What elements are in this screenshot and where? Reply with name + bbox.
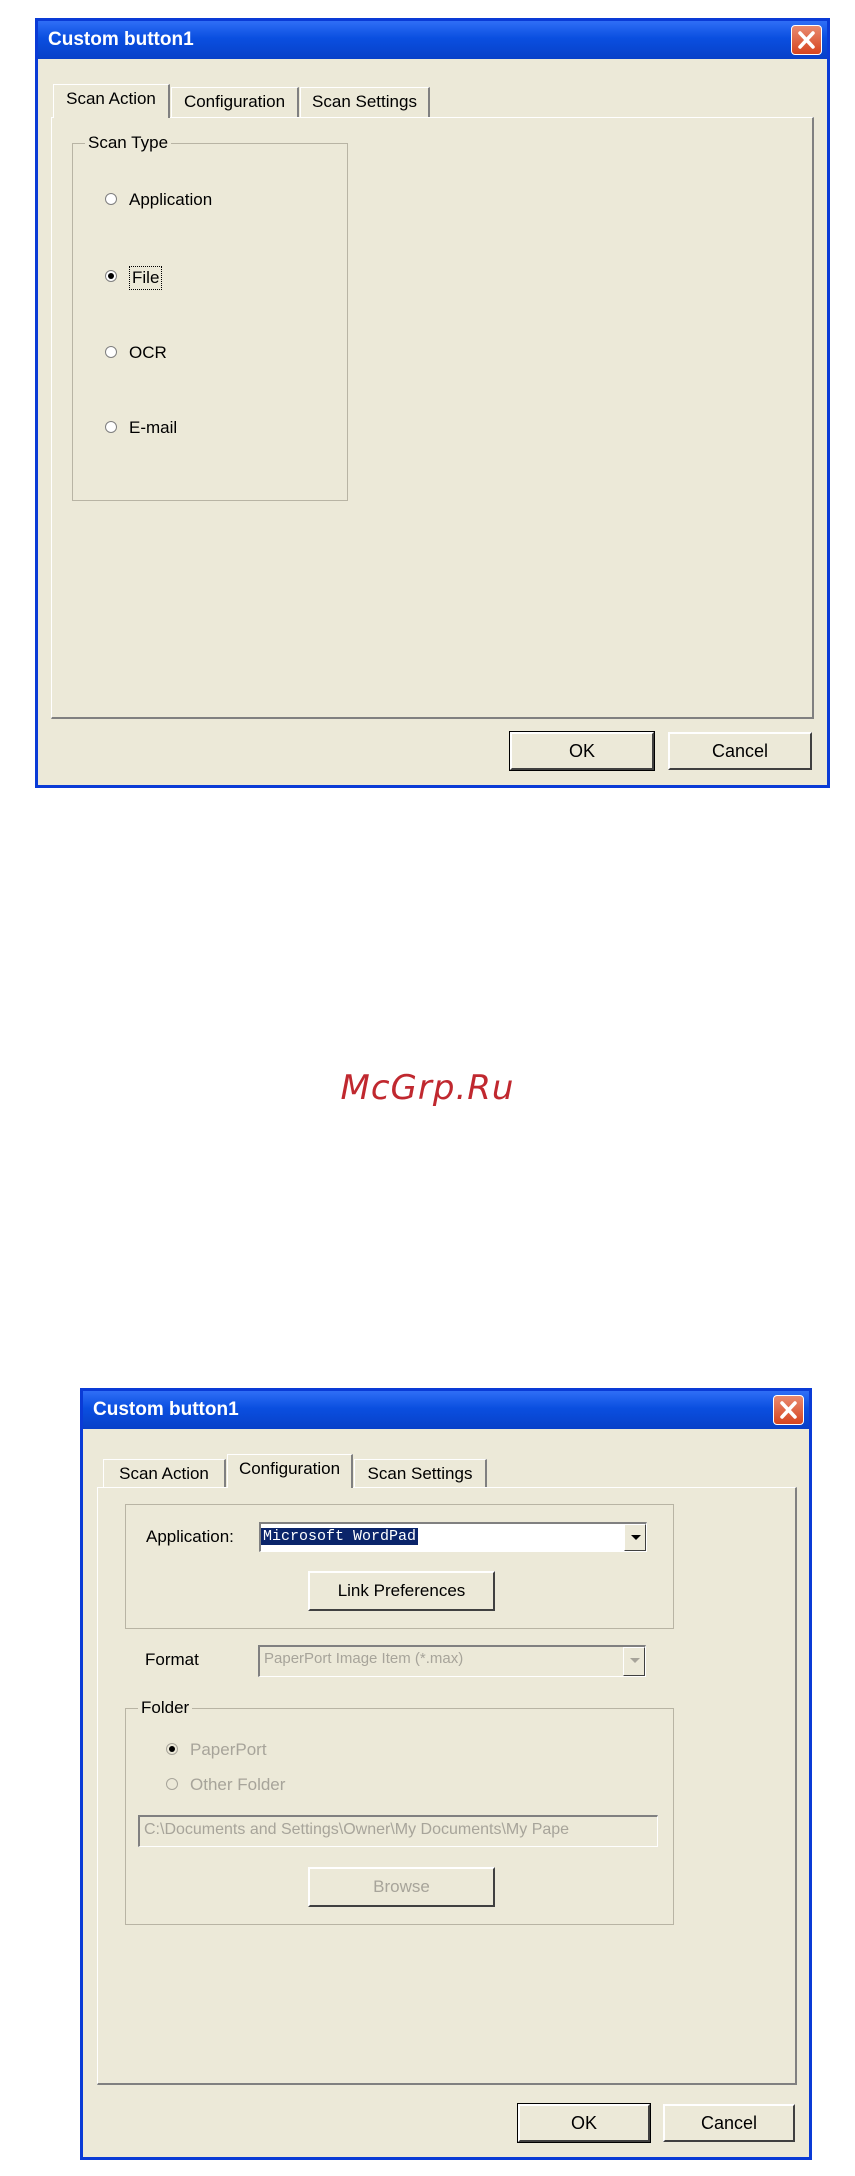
- application-group: Application: Microsoft WordPad Link Pref…: [125, 1504, 674, 1629]
- ok-button[interactable]: OK: [517, 2103, 651, 2143]
- link-preferences-button[interactable]: Link Preferences: [308, 1571, 495, 1611]
- radio-label: E-mail: [129, 418, 178, 437]
- folder-path-field[interactable]: C:\Documents and Settings\Owner\My Docum…: [138, 1815, 658, 1847]
- radio-label: PaperPort: [190, 1740, 267, 1759]
- radio-button[interactable]: [166, 1778, 178, 1790]
- title-bar[interactable]: Custom button1: [38, 21, 827, 59]
- scan-type-group: Scan Type Application File OCR E-mail: [72, 133, 348, 501]
- watermark-text: McGrp.Ru: [340, 1068, 515, 1108]
- tab-scan-action[interactable]: Scan Action: [103, 1459, 226, 1489]
- tab-strip: Scan Action Configuration Scan Settings: [103, 1454, 793, 1489]
- browse-button[interactable]: Browse: [308, 1867, 495, 1907]
- scan-type-legend: Scan Type: [85, 133, 172, 153]
- radio-label: File: [129, 266, 163, 290]
- tab-configuration[interactable]: Configuration: [227, 1454, 353, 1488]
- application-dropdown[interactable]: Microsoft WordPad: [259, 1522, 647, 1552]
- radio-button[interactable]: [105, 421, 117, 433]
- tab-panel: Application: Microsoft WordPad Link Pref…: [97, 1487, 797, 2085]
- tab-scan-action[interactable]: Scan Action: [53, 84, 170, 118]
- cancel-button[interactable]: Cancel: [668, 732, 812, 770]
- radio-button[interactable]: [105, 346, 117, 358]
- close-icon: [798, 31, 815, 49]
- radio-label: Application: [129, 190, 213, 209]
- dropdown-arrow-button[interactable]: [623, 1647, 645, 1676]
- chevron-down-icon: [630, 1658, 640, 1663]
- folder-group: Folder PaperPort Other Folder C:\Documen…: [125, 1698, 674, 1925]
- format-selected-value: PaperPort Image Item (*.max): [264, 1650, 464, 1667]
- ok-button[interactable]: OK: [509, 731, 655, 771]
- radio-label: OCR: [129, 343, 167, 362]
- close-button[interactable]: [773, 1395, 804, 1425]
- window-title: Custom button1: [93, 1399, 239, 1420]
- close-button[interactable]: [791, 25, 822, 55]
- tab-scan-settings[interactable]: Scan Settings: [354, 1459, 487, 1489]
- radio-button-selected[interactable]: [105, 270, 117, 282]
- window-title: Custom button1: [48, 29, 194, 50]
- chevron-down-icon: [631, 1535, 641, 1540]
- application-label: Application:: [146, 1527, 234, 1546]
- application-selected-value: Microsoft WordPad: [261, 1528, 419, 1545]
- title-bar[interactable]: Custom button1: [83, 1391, 809, 1429]
- cancel-button[interactable]: Cancel: [663, 2104, 795, 2142]
- tab-configuration[interactable]: Configuration: [171, 87, 299, 117]
- close-icon: [780, 1401, 797, 1419]
- format-dropdown[interactable]: PaperPort Image Item (*.max): [258, 1645, 646, 1677]
- radio-button-selected[interactable]: [166, 1743, 178, 1755]
- custom-button-dialog-scan-action: Custom button1 Scan Action Configuration…: [35, 18, 830, 788]
- dropdown-arrow-button[interactable]: [624, 1524, 646, 1551]
- radio-label: Other Folder: [190, 1775, 286, 1794]
- folder-legend: Folder: [138, 1698, 193, 1718]
- radio-button[interactable]: [105, 193, 117, 205]
- tab-strip: Scan Action Configuration Scan Settings: [53, 84, 813, 119]
- format-label: Format: [145, 1650, 199, 1669]
- tab-panel: Scan Type Application File OCR E-mail: [51, 117, 814, 719]
- custom-button-dialog-configuration: Custom button1 Scan Action Configuration…: [80, 1388, 812, 2160]
- tab-scan-settings[interactable]: Scan Settings: [300, 87, 430, 117]
